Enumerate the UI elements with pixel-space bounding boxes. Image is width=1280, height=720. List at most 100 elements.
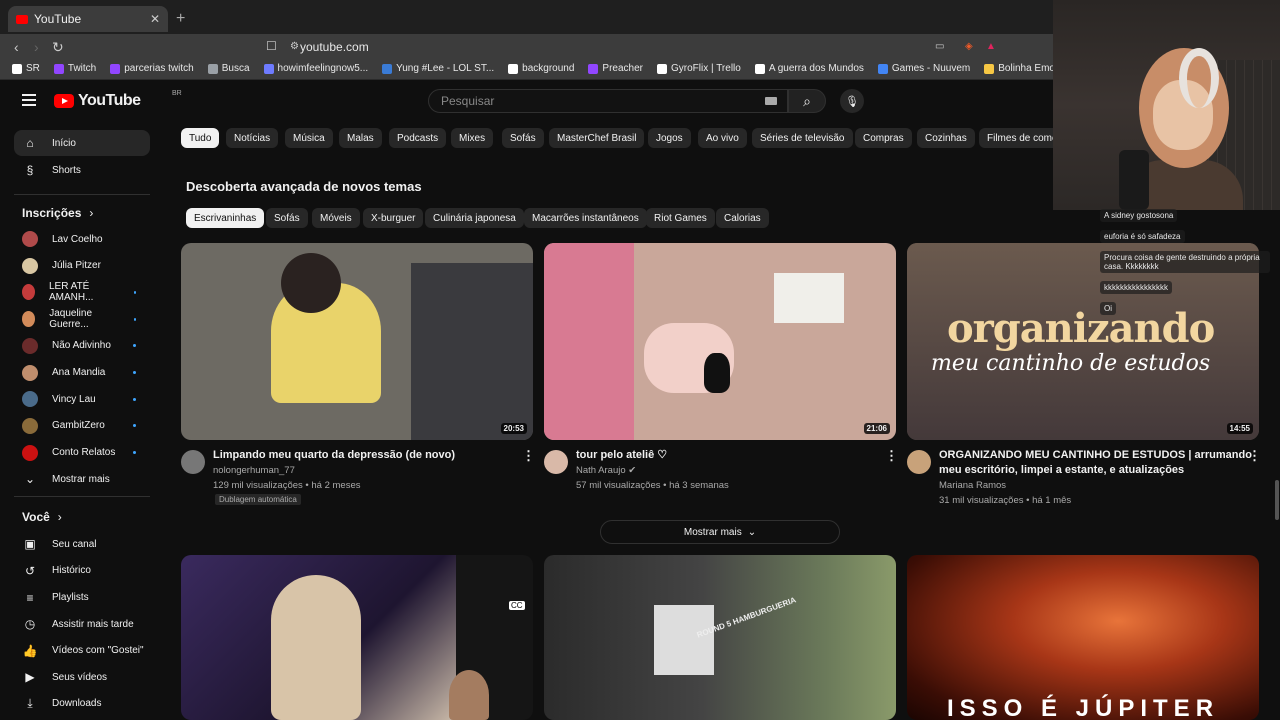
- video-thumbnail-stream[interactable]: CC: [181, 555, 533, 720]
- new-tab-icon[interactable]: +: [176, 10, 185, 28]
- sidebar-subscription[interactable]: Jaqueline Guerre...: [14, 306, 150, 332]
- bookmark-item[interactable]: Yung #Lee - LOL ST...: [382, 63, 494, 74]
- filter-chip[interactable]: Ao vivo: [698, 128, 747, 148]
- site-info-icon[interactable]: ⚙: [290, 41, 299, 52]
- video-thumbnail[interactable]: 21:06: [544, 243, 896, 440]
- sidebar-subscription[interactable]: LER ATÉ AMANH...: [14, 279, 150, 305]
- sidebar-you-item[interactable]: ≡ Playlists: [14, 585, 150, 611]
- brave-shield-icon[interactable]: ◈: [965, 41, 973, 52]
- filter-chip[interactable]: MasterChef Brasil: [549, 128, 645, 148]
- filter-chip[interactable]: Podcasts: [389, 128, 447, 148]
- sidebar-you-icon: ▶: [25, 670, 35, 685]
- video-thumbnail-hamburgueria[interactable]: ROUND 5 HAMBURGUERIA: [544, 555, 896, 720]
- video-menu-icon[interactable]: ⋮: [1248, 448, 1261, 464]
- sidebar-subscription[interactable]: Ana Mandia: [14, 360, 150, 386]
- streamer-webcam-overlay: [1053, 0, 1280, 210]
- sidebar-item-label: Início: [52, 137, 76, 149]
- filter-chip[interactable]: Séries de televisão: [752, 128, 853, 148]
- video-duration: 21:06: [863, 423, 890, 434]
- bookmark-item[interactable]: Busca: [207, 63, 250, 74]
- video-thumbnail-jupiter[interactable]: ISSO É JÚPITER: [907, 555, 1259, 720]
- channel-avatar[interactable]: [544, 450, 568, 474]
- filter-chip[interactable]: Música: [285, 128, 333, 148]
- sidebar-you-item[interactable]: ◷ Assistir mais tarde: [14, 611, 150, 637]
- filter-chip[interactable]: Cozinhas: [917, 128, 975, 148]
- bookmark-item[interactable]: SR: [12, 63, 40, 74]
- topic-chip[interactable]: Escrivaninhas: [186, 208, 265, 228]
- sidebar-item-shorts[interactable]: § Shorts: [14, 157, 150, 183]
- topic-chip[interactable]: Sofás: [266, 208, 308, 228]
- channel-avatar[interactable]: [907, 450, 931, 474]
- topic-chip[interactable]: X-burguer: [363, 208, 424, 228]
- show-more-button[interactable]: Mostrar mais ⌄: [600, 520, 840, 544]
- video-title[interactable]: tour pelo ateliê ♡: [576, 448, 667, 463]
- search-input[interactable]: Pesquisar: [428, 89, 788, 113]
- address-bar-url[interactable]: youtube.com: [300, 40, 369, 54]
- sidebar-subscription[interactable]: Júlia Pitzer: [14, 253, 150, 279]
- cast-icon[interactable]: ▭: [935, 41, 944, 52]
- bookmark-item[interactable]: GyroFlix | Trello: [657, 63, 741, 74]
- filter-chip[interactable]: Notícias: [226, 128, 279, 148]
- back-icon[interactable]: ‹: [14, 39, 19, 55]
- bookmark-item[interactable]: Preacher: [588, 63, 643, 74]
- bookmark-item[interactable]: A guerra dos Mundos: [754, 63, 864, 74]
- bookmark-item[interactable]: Games - Nuuvem: [877, 63, 970, 74]
- subscriptions-heading[interactable]: Inscrições ›: [22, 206, 93, 220]
- video-title[interactable]: Limpando meu quarto da depressão (de nov…: [213, 448, 455, 463]
- browser-tab[interactable]: YouTube ✕: [8, 6, 168, 32]
- topic-chip[interactable]: Riot Games: [646, 208, 715, 228]
- youtube-logo[interactable]: YouTube BR: [54, 90, 182, 110]
- channel-name[interactable]: Nath Araujo ✔: [576, 463, 636, 478]
- filter-chip[interactable]: Sofás: [502, 128, 544, 148]
- bookmark-item[interactable]: howimfeelingnow5...: [263, 63, 368, 74]
- bookmark-icon[interactable]: ☐: [266, 39, 277, 53]
- sidebar-you-item[interactable]: ↺ Histórico: [14, 558, 150, 584]
- thumbnail-shelf: [544, 243, 634, 440]
- sidebar-item-início[interactable]: ⌂ Início: [14, 130, 150, 156]
- hamburger-menu-icon[interactable]: [22, 94, 36, 106]
- channel-name[interactable]: nolongerhuman_77: [213, 463, 295, 478]
- filter-chip[interactable]: Malas: [339, 128, 382, 148]
- video-thumbnail[interactable]: 20:53: [181, 243, 533, 440]
- topic-chip[interactable]: Macarrões instantâneos: [524, 208, 647, 228]
- bookmark-item[interactable]: background: [508, 63, 574, 74]
- channel-name[interactable]: Mariana Ramos: [939, 478, 1006, 493]
- filter-chip[interactable]: Jogos: [648, 128, 691, 148]
- topic-chip[interactable]: Móveis: [312, 208, 360, 228]
- sidebar-you-item[interactable]: 👍 Vídeos com "Gostei": [14, 638, 150, 664]
- bookmark-label: GyroFlix | Trello: [671, 63, 741, 74]
- forward-icon[interactable]: ›: [34, 39, 39, 55]
- video-title-line2[interactable]: meu escritório, limpei a estante, e atua…: [939, 463, 1184, 478]
- voice-search-button[interactable]: 🎙: [840, 89, 864, 113]
- sidebar-show-more[interactable]: ⌄ Mostrar mais: [14, 466, 150, 492]
- keyboard-icon[interactable]: [765, 97, 777, 105]
- chat-message-text: A sidney gostosona: [1100, 209, 1178, 222]
- sidebar-you-item[interactable]: ⤓ Downloads: [14, 691, 150, 717]
- search-button[interactable]: ⌕: [788, 89, 826, 113]
- sidebar-subscription[interactable]: GambitZero: [14, 413, 150, 439]
- bookmark-item[interactable]: Twitch: [53, 63, 96, 74]
- brave-rewards-icon[interactable]: ▲: [986, 41, 996, 52]
- video-title[interactable]: ORGANIZANDO MEU CANTINHO DE ESTUDOS | ar…: [939, 448, 1252, 463]
- reload-icon[interactable]: ↻: [52, 39, 64, 56]
- close-tab-icon[interactable]: ✕: [150, 12, 160, 26]
- channel-avatar[interactable]: [181, 450, 205, 474]
- you-heading[interactable]: Você ›: [22, 510, 62, 524]
- video-duration: 20:53: [500, 423, 527, 434]
- filter-chip[interactable]: Compras: [855, 128, 912, 148]
- sidebar-subscription[interactable]: Conto Relatos: [14, 440, 150, 466]
- video-menu-icon[interactable]: ⋮: [522, 448, 535, 464]
- video-menu-icon[interactable]: ⋮: [885, 448, 898, 464]
- closed-captions-icon[interactable]: CC: [509, 601, 525, 610]
- sidebar-subscription[interactable]: Vincy Lau: [14, 386, 150, 412]
- sidebar-subscription[interactable]: Lav Coelho: [14, 226, 150, 252]
- filter-chip[interactable]: Mixes: [451, 128, 494, 148]
- topic-chip[interactable]: Calorias: [716, 208, 769, 228]
- page-scrollbar[interactable]: [1275, 480, 1279, 520]
- bookmark-item[interactable]: parcerias twitch: [110, 63, 194, 74]
- sidebar-subscription[interactable]: Não Adivinho: [14, 333, 150, 359]
- topic-chip[interactable]: Culinária japonesa: [425, 208, 524, 228]
- filter-chip[interactable]: Tudo: [181, 128, 220, 148]
- sidebar-you-item[interactable]: ▣ Seu canal: [14, 531, 150, 557]
- sidebar-you-item[interactable]: ▶ Seus vídeos: [14, 664, 150, 690]
